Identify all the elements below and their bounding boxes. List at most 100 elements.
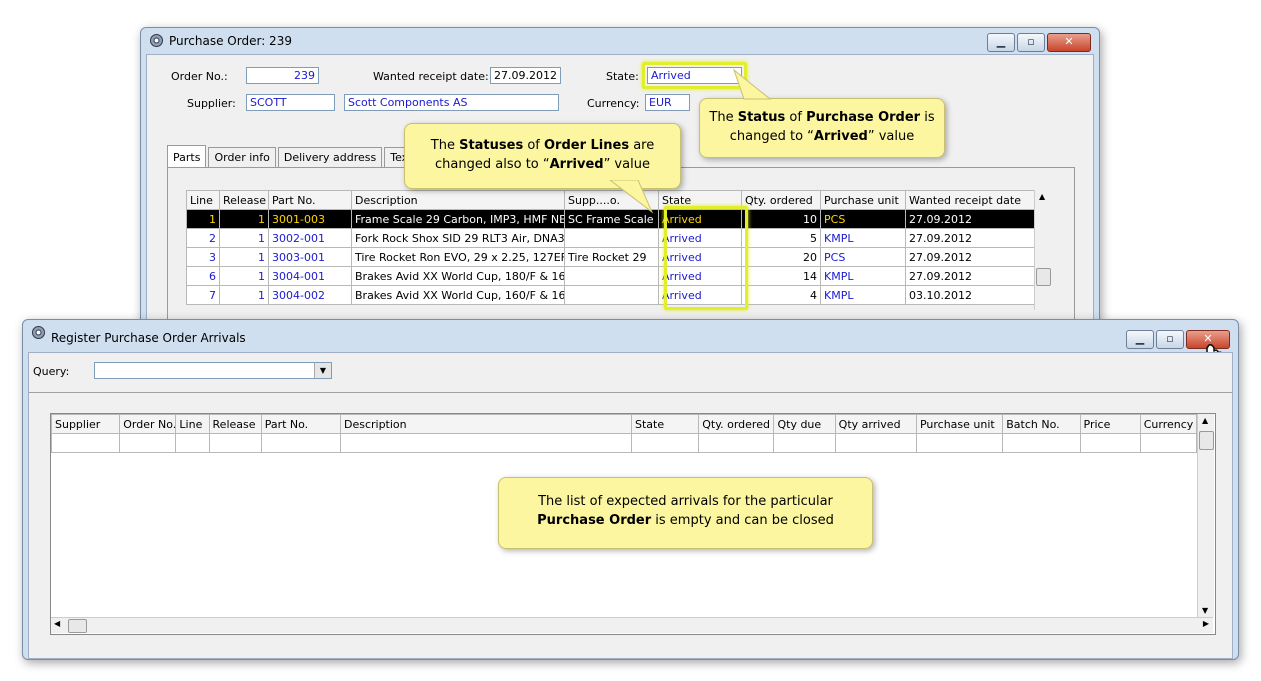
column-header[interactable]: Wanted receipt date bbox=[905, 190, 1035, 210]
callout-text: ” value bbox=[603, 157, 650, 172]
line-cell: 2 bbox=[186, 228, 220, 248]
scroll-up-icon[interactable]: ▲ bbox=[1039, 192, 1045, 201]
column-header[interactable]: Currency bbox=[1139, 414, 1198, 434]
wanted-date-field[interactable]: 27.09.2012 bbox=[490, 67, 561, 84]
column-header[interactable]: Part No. bbox=[260, 414, 341, 434]
part-cell[interactable]: 3004-001 bbox=[268, 266, 352, 286]
column-header[interactable]: Release bbox=[208, 414, 262, 434]
scroll-thumb[interactable] bbox=[1199, 431, 1214, 450]
empty-cell bbox=[1002, 433, 1081, 453]
callout-text: of bbox=[785, 110, 807, 125]
part-cell[interactable]: 3003-001 bbox=[268, 247, 352, 267]
empty-cell bbox=[260, 433, 341, 453]
date-cell: 27.09.2012 bbox=[905, 209, 1035, 229]
chevron-down-icon[interactable]: ▼ bbox=[314, 363, 331, 378]
table-row[interactable]: 2 1 3002-001 Fork Rock Shox SID 29 RLT3 … bbox=[186, 228, 1035, 248]
scroll-up-icon[interactable]: ▲ bbox=[1202, 416, 1208, 425]
line-cell: 3 bbox=[186, 247, 220, 267]
column-header[interactable]: Qty. ordered bbox=[698, 414, 775, 434]
empty-cell bbox=[834, 433, 917, 453]
tab-order-info[interactable]: Order info bbox=[208, 147, 276, 167]
unit-cell[interactable]: KMPL bbox=[820, 285, 906, 305]
unit-cell[interactable]: KMPL bbox=[820, 266, 906, 286]
column-header[interactable]: Qty arrived bbox=[834, 414, 917, 434]
column-header[interactable]: Description bbox=[351, 190, 565, 210]
minimize-icon: ▁ bbox=[1135, 332, 1145, 345]
callout-bold: Arrived bbox=[813, 129, 868, 144]
column-header[interactable]: Supplier bbox=[50, 414, 121, 434]
arrivals-horizontal-scrollbar[interactable]: ◀ ▶ bbox=[51, 617, 1213, 633]
order-no-field[interactable]: 239 bbox=[246, 67, 319, 84]
maximize-button[interactable]: ▫ bbox=[1156, 330, 1184, 349]
order-no-label: Order No.: bbox=[171, 70, 228, 83]
callout-text: ” value bbox=[867, 129, 915, 144]
column-header[interactable]: Order No. bbox=[119, 414, 177, 434]
column-header[interactable]: State bbox=[630, 414, 700, 434]
unit-cell[interactable]: PCS bbox=[820, 209, 906, 229]
po-tabs: Parts Order info Delivery address Tex bbox=[167, 145, 416, 167]
column-header[interactable]: Qty due bbox=[773, 414, 836, 434]
callout-text: The bbox=[709, 110, 738, 125]
arrivals-title-bar[interactable]: Register Purchase Order Arrivals ▁ ▫ ✕ bbox=[23, 320, 1238, 349]
query-select[interactable]: ▼ bbox=[94, 362, 332, 379]
tab-delivery-address[interactable]: Delivery address bbox=[277, 147, 383, 167]
maximize-button[interactable]: ▫ bbox=[1017, 33, 1045, 52]
close-icon: ✕ bbox=[1064, 35, 1074, 48]
qty-cell: 10 bbox=[741, 209, 821, 229]
po-title-bar[interactable]: Purchase Order: 239 ▁ ▫ ✕ bbox=[141, 28, 1099, 54]
callout-pointer bbox=[609, 180, 654, 214]
callout-bold: Status bbox=[737, 110, 786, 125]
arrivals-vertical-scrollbar[interactable]: ▲ ▼ bbox=[1197, 414, 1214, 617]
column-header[interactable]: Batch No. bbox=[1002, 414, 1081, 434]
close-button[interactable]: ✕ bbox=[1047, 33, 1091, 52]
empty-cell bbox=[175, 433, 210, 453]
supplier-code-field[interactable]: SCOTT bbox=[246, 94, 335, 111]
unit-cell[interactable]: KMPL bbox=[820, 228, 906, 248]
description-cell: Tire Rocket Ron EVO, 29 x 2.25, 127EF bbox=[351, 247, 565, 267]
column-header[interactable]: Line bbox=[186, 190, 220, 210]
minimize-button[interactable]: ▁ bbox=[1126, 330, 1154, 349]
column-header[interactable]: Qty. ordered bbox=[741, 190, 821, 210]
table-row[interactable]: 6 1 3004-001 Brakes Avid XX World Cup, 1… bbox=[186, 266, 1035, 286]
column-header[interactable]: Purchase unit bbox=[915, 414, 1004, 434]
maximize-icon: ▫ bbox=[1027, 35, 1035, 48]
scroll-thumb[interactable] bbox=[1036, 268, 1051, 286]
supplier-name-field[interactable]: Scott Components AS bbox=[344, 94, 559, 111]
column-header[interactable]: Part No. bbox=[268, 190, 352, 210]
column-header[interactable]: Price bbox=[1079, 414, 1141, 434]
qty-cell: 14 bbox=[741, 266, 821, 286]
table-header-row: Supplier Order No. Line Release Part No.… bbox=[50, 414, 1198, 434]
scroll-left-icon[interactable]: ◀ bbox=[54, 619, 60, 628]
order-lines-scrollbar[interactable]: ▲ bbox=[1034, 190, 1051, 310]
states-column-highlight bbox=[664, 206, 748, 310]
column-header[interactable]: Release bbox=[219, 190, 269, 210]
column-header[interactable]: Line bbox=[175, 414, 210, 434]
empty-cell bbox=[208, 433, 262, 453]
empty-cell bbox=[773, 433, 836, 453]
minimize-button[interactable]: ▁ bbox=[987, 33, 1015, 52]
callout-bold: Purchase Order bbox=[537, 513, 652, 528]
callout-bold: Arrived bbox=[549, 157, 604, 172]
part-cell[interactable]: 3001-003 bbox=[268, 209, 352, 229]
part-cell[interactable]: 3004-002 bbox=[268, 285, 352, 305]
wanted-date-label: Wanted receipt date: bbox=[373, 70, 489, 83]
unit-cell[interactable]: PCS bbox=[820, 247, 906, 267]
app-icon bbox=[149, 33, 164, 48]
empty-cell bbox=[339, 433, 632, 453]
part-cell[interactable]: 3002-001 bbox=[268, 228, 352, 248]
empty-cell bbox=[119, 433, 177, 453]
maximize-icon: ▫ bbox=[1166, 332, 1174, 345]
app-icon bbox=[31, 325, 46, 340]
scroll-down-icon[interactable]: ▼ bbox=[1202, 606, 1208, 615]
tab-parts[interactable]: Parts bbox=[167, 145, 207, 167]
currency-field[interactable]: EUR bbox=[645, 94, 690, 111]
scroll-thumb[interactable] bbox=[68, 619, 87, 633]
table-row[interactable]: 3 1 3003-001 Tire Rocket Ron EVO, 29 x 2… bbox=[186, 247, 1035, 267]
column-header[interactable]: Description bbox=[339, 414, 632, 434]
table-row[interactable]: 7 1 3004-002 Brakes Avid XX World Cup, 1… bbox=[186, 285, 1035, 305]
arrivals-title: Register Purchase Order Arrivals bbox=[51, 331, 246, 345]
empty-cell bbox=[50, 433, 121, 453]
column-header[interactable]: Purchase unit bbox=[820, 190, 906, 210]
scroll-right-icon[interactable]: ▶ bbox=[1203, 619, 1209, 628]
table-row[interactable] bbox=[50, 433, 1198, 453]
